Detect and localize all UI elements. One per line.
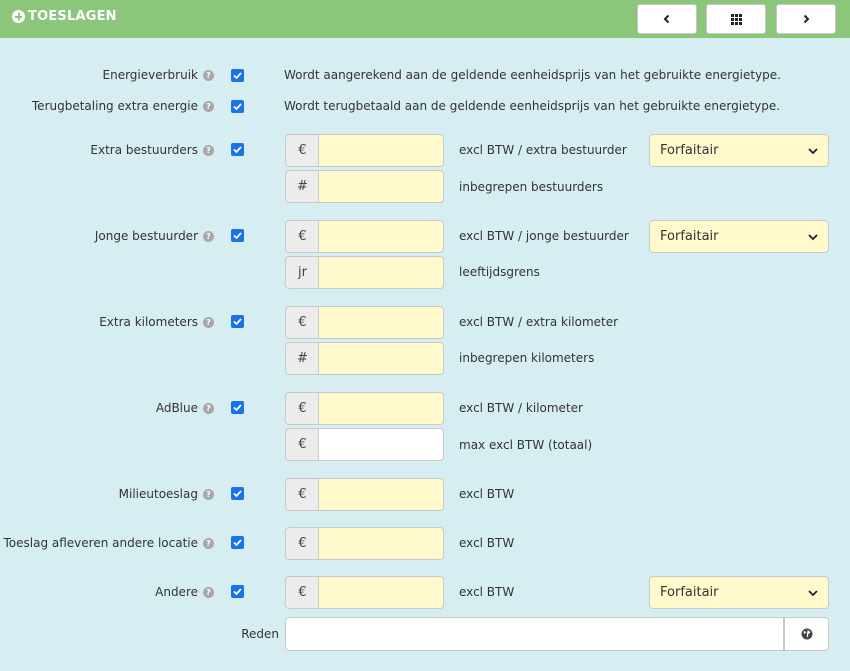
panel-header: TOESLAGEN <box>0 0 850 38</box>
adblue-max-suffix: max excl BTW (totaal) <box>459 438 593 452</box>
extra-bestuurders-count-input[interactable] <box>318 170 444 203</box>
checkmark-icon <box>233 232 242 240</box>
next-button[interactable] <box>776 4 836 34</box>
translate-button[interactable] <box>784 617 829 651</box>
checkbox-terugbetaling[interactable] <box>231 100 244 113</box>
adblue-price-suffix: excl BTW / kilometer <box>459 401 583 415</box>
checkbox-milieutoeslag[interactable] <box>231 487 244 500</box>
euro-addon: € <box>285 478 319 511</box>
jonge-bestuurder-age-suffix: leeftijdsgrens <box>459 265 540 279</box>
label-jonge-bestuurder: Jonge bestuurder ? <box>95 229 214 243</box>
andere-mode-select[interactable]: Forfaitair <box>649 576 829 609</box>
euro-addon: € <box>285 428 319 461</box>
label-terugbetaling: Terugbetaling extra energie ? <box>32 99 214 113</box>
question-circle-icon[interactable]: ? <box>203 144 214 156</box>
checkmark-icon <box>233 490 242 498</box>
desc-energieverbruik: Wordt aangerekend aan de geldende eenhei… <box>284 68 781 82</box>
checkbox-energieverbruik[interactable] <box>231 69 244 82</box>
euro-addon: € <box>285 392 319 425</box>
label-extra-bestuurders: Extra bestuurders ? <box>90 143 214 157</box>
extra-kilometers-count-suffix: inbegrepen kilometers <box>459 351 595 365</box>
grid-icon <box>730 13 742 25</box>
andere-price-input[interactable] <box>318 576 444 609</box>
andere-price-suffix: excl BTW <box>459 585 515 599</box>
globe-icon <box>801 628 812 640</box>
milieutoeslag-price-input[interactable] <box>318 478 444 511</box>
euro-addon: € <box>285 527 319 560</box>
chevron-down-icon <box>808 589 818 596</box>
question-circle-icon[interactable]: ? <box>203 537 214 549</box>
years-addon: jr <box>285 256 319 289</box>
chevron-down-icon <box>808 147 818 154</box>
adblue-price-input[interactable] <box>318 392 444 425</box>
extra-bestuurders-price-input[interactable] <box>318 134 444 167</box>
afleveren-price-suffix: excl BTW <box>459 536 515 550</box>
question-circle-icon[interactable]: ? <box>203 230 214 242</box>
label-afleveren: Toeslag afleveren andere locatie ? <box>3 536 214 550</box>
checkbox-adblue[interactable] <box>231 401 244 414</box>
checkmark-icon <box>233 588 242 596</box>
chevron-right-icon <box>803 14 810 24</box>
checkmark-icon <box>233 103 242 111</box>
checkmark-icon <box>233 72 242 80</box>
label-milieutoeslag: Milieutoeslag ? <box>119 487 214 501</box>
checkbox-andere[interactable] <box>231 585 244 598</box>
extra-bestuurders-price-suffix: excl BTW / extra bestuurder <box>459 143 627 157</box>
panel-title-text: TOESLAGEN <box>28 9 117 24</box>
checkbox-extra-kilometers[interactable] <box>231 315 244 328</box>
adblue-max-input[interactable] <box>318 428 444 461</box>
question-circle-icon[interactable]: ? <box>203 69 214 81</box>
extra-kilometers-price-input[interactable] <box>318 306 444 339</box>
plus-circle-icon <box>12 10 25 23</box>
desc-terugbetaling: Wordt terugbetaald aan de geldende eenhe… <box>284 99 781 113</box>
euro-addon: € <box>285 576 319 609</box>
euro-addon: € <box>285 306 319 339</box>
extra-kilometers-price-suffix: excl BTW / extra kilometer <box>459 315 619 329</box>
panel-title[interactable]: TOESLAGEN <box>12 9 117 24</box>
checkmark-icon <box>233 404 242 412</box>
hash-addon: # <box>285 342 319 375</box>
checkbox-afleveren[interactable] <box>231 536 244 549</box>
extra-bestuurders-mode-select[interactable]: Forfaitair <box>649 134 829 167</box>
question-circle-icon[interactable]: ? <box>203 316 214 328</box>
question-circle-icon[interactable]: ? <box>203 402 214 414</box>
question-circle-icon[interactable]: ? <box>203 100 214 112</box>
jonge-bestuurder-price-suffix: excl BTW / jonge bestuurder <box>459 229 629 243</box>
label-extra-kilometers: Extra kilometers ? <box>99 315 214 329</box>
label-adblue: AdBlue ? <box>156 401 214 415</box>
label-andere: Andere ? <box>155 585 214 599</box>
checkbox-jonge-bestuurder[interactable] <box>231 229 244 242</box>
label-reden: Reden <box>241 627 279 641</box>
extra-bestuurders-count-suffix: inbegrepen bestuurders <box>459 180 604 194</box>
euro-addon: € <box>285 134 319 167</box>
question-circle-icon[interactable]: ? <box>203 586 214 598</box>
extra-kilometers-count-input[interactable] <box>318 342 444 375</box>
previous-button[interactable] <box>637 4 697 34</box>
checkbox-extra-bestuurders[interactable] <box>231 143 244 156</box>
chevron-left-icon <box>663 14 670 24</box>
reden-input[interactable] <box>285 617 784 651</box>
grid-view-button[interactable] <box>706 4 766 34</box>
hash-addon: # <box>285 170 319 203</box>
label-energieverbruik: Energieverbruik ? <box>103 68 214 82</box>
checkmark-icon <box>233 318 242 326</box>
euro-addon: € <box>285 220 319 253</box>
jonge-bestuurder-mode-select[interactable]: Forfaitair <box>649 220 829 253</box>
jonge-bestuurder-age-input[interactable] <box>318 256 444 289</box>
checkmark-icon <box>233 539 242 547</box>
afleveren-price-input[interactable] <box>318 527 444 560</box>
milieutoeslag-price-suffix: excl BTW <box>459 487 515 501</box>
jonge-bestuurder-price-input[interactable] <box>318 220 444 253</box>
question-circle-icon[interactable]: ? <box>203 488 214 500</box>
chevron-down-icon <box>808 233 818 240</box>
checkmark-icon <box>233 146 242 154</box>
